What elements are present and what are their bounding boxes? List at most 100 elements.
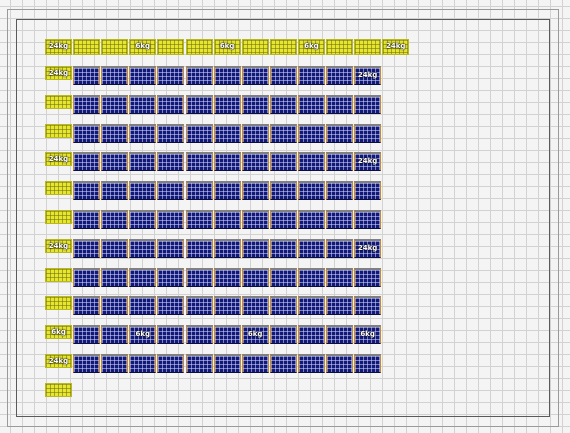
solar-panel[interactable] (326, 267, 353, 287)
solar-panel[interactable] (241, 94, 269, 114)
solar-panel[interactable] (326, 210, 353, 229)
solar-panel[interactable] (185, 94, 213, 114)
solar-panel[interactable] (101, 210, 129, 229)
solar-panel[interactable] (185, 238, 213, 258)
solar-panel[interactable] (297, 66, 325, 85)
ballast-block[interactable] (45, 94, 72, 109)
solar-panel[interactable] (157, 325, 185, 345)
solar-panel[interactable] (241, 181, 269, 201)
ballast-block[interactable] (45, 296, 72, 311)
solar-panel[interactable] (326, 152, 353, 172)
solar-panel[interactable] (297, 123, 325, 143)
solar-panel[interactable] (297, 181, 325, 201)
solar-panel[interactable] (129, 123, 157, 143)
solar-panel[interactable] (129, 181, 157, 201)
solar-panel[interactable] (101, 267, 129, 287)
solar-panel[interactable] (213, 267, 241, 287)
solar-panel[interactable] (101, 94, 129, 114)
solar-panel[interactable] (185, 152, 213, 172)
solar-panel[interactable] (241, 210, 269, 229)
solar-panel[interactable] (73, 66, 101, 85)
solar-panel[interactable] (297, 210, 325, 229)
solar-panel[interactable] (241, 123, 269, 143)
solar-panel[interactable] (297, 296, 325, 316)
ballast-block[interactable] (185, 39, 213, 55)
solar-panel[interactable] (269, 296, 297, 316)
solar-panel[interactable] (213, 296, 241, 316)
solar-panel[interactable] (213, 94, 241, 114)
solar-panel[interactable] (185, 296, 213, 316)
solar-panel[interactable] (101, 181, 129, 201)
solar-panel[interactable] (185, 210, 213, 229)
solar-panel[interactable] (73, 325, 101, 345)
solar-panel[interactable] (157, 354, 185, 373)
solar-panel[interactable] (326, 296, 353, 316)
solar-panel[interactable] (326, 354, 353, 373)
solar-panel[interactable] (241, 66, 269, 85)
solar-panel[interactable] (297, 94, 325, 114)
solar-panel[interactable] (269, 354, 297, 373)
solar-panel[interactable] (129, 296, 157, 316)
solar-panel[interactable] (213, 181, 241, 201)
ballast-block[interactable] (241, 39, 269, 55)
solar-panel[interactable] (129, 354, 157, 373)
solar-panel[interactable] (269, 210, 297, 229)
solar-panel[interactable] (185, 267, 213, 287)
solar-panel[interactable] (157, 210, 185, 229)
solar-panel[interactable] (354, 296, 382, 316)
solar-panel[interactable] (269, 181, 297, 201)
solar-panel[interactable] (101, 152, 129, 172)
solar-panel[interactable] (354, 267, 382, 287)
solar-panel[interactable] (326, 123, 353, 143)
solar-panel[interactable] (241, 354, 269, 373)
ballast-block[interactable] (157, 39, 185, 55)
solar-panel[interactable] (129, 238, 157, 258)
solar-panel[interactable] (157, 152, 185, 172)
solar-panel[interactable] (185, 325, 213, 345)
solar-panel[interactable] (326, 66, 353, 85)
ballast-block[interactable] (326, 39, 353, 55)
solar-panel[interactable] (213, 210, 241, 229)
solar-panel[interactable] (157, 181, 185, 201)
solar-panel[interactable] (73, 94, 101, 114)
solar-panel[interactable] (101, 66, 129, 85)
ballast-block[interactable] (45, 123, 72, 138)
ballast-block[interactable] (45, 181, 72, 196)
solar-panel[interactable] (157, 267, 185, 287)
solar-panel[interactable] (269, 94, 297, 114)
solar-panel[interactable] (129, 66, 157, 85)
layout-canvas[interactable]: 24kg 6kg 6kg 6kg 24kg 24kg 24kg 24kg 6kg 24kg 24kg… (0, 0, 570, 433)
solar-panel[interactable] (213, 354, 241, 373)
solar-panel[interactable] (185, 66, 213, 85)
solar-panel[interactable] (73, 123, 101, 143)
solar-panel[interactable] (297, 325, 325, 345)
solar-panel[interactable] (73, 296, 101, 316)
solar-panel[interactable] (101, 296, 129, 316)
solar-panel[interactable] (73, 152, 101, 172)
solar-panel[interactable] (73, 238, 101, 258)
solar-panel[interactable] (157, 238, 185, 258)
solar-panel[interactable] (297, 152, 325, 172)
solar-panel[interactable] (101, 123, 129, 143)
solar-panel[interactable] (185, 181, 213, 201)
solar-panel[interactable] (297, 238, 325, 258)
solar-panel[interactable] (213, 325, 241, 345)
ballast-block[interactable] (45, 267, 72, 282)
solar-panel[interactable] (185, 123, 213, 143)
solar-panel[interactable] (73, 354, 101, 373)
solar-panel[interactable] (354, 123, 382, 143)
solar-panel[interactable] (241, 152, 269, 172)
ballast-block[interactable] (45, 210, 72, 224)
solar-panel[interactable] (73, 210, 101, 229)
solar-panel[interactable] (129, 267, 157, 287)
solar-panel[interactable] (129, 210, 157, 229)
solar-panel[interactable] (326, 238, 353, 258)
solar-panel[interactable] (269, 325, 297, 345)
solar-panel[interactable] (241, 238, 269, 258)
solar-panel[interactable] (269, 123, 297, 143)
ballast-block[interactable] (45, 382, 72, 397)
solar-panel[interactable] (101, 325, 129, 345)
solar-panel[interactable] (269, 267, 297, 287)
solar-panel[interactable] (297, 354, 325, 373)
solar-panel[interactable] (73, 181, 101, 201)
